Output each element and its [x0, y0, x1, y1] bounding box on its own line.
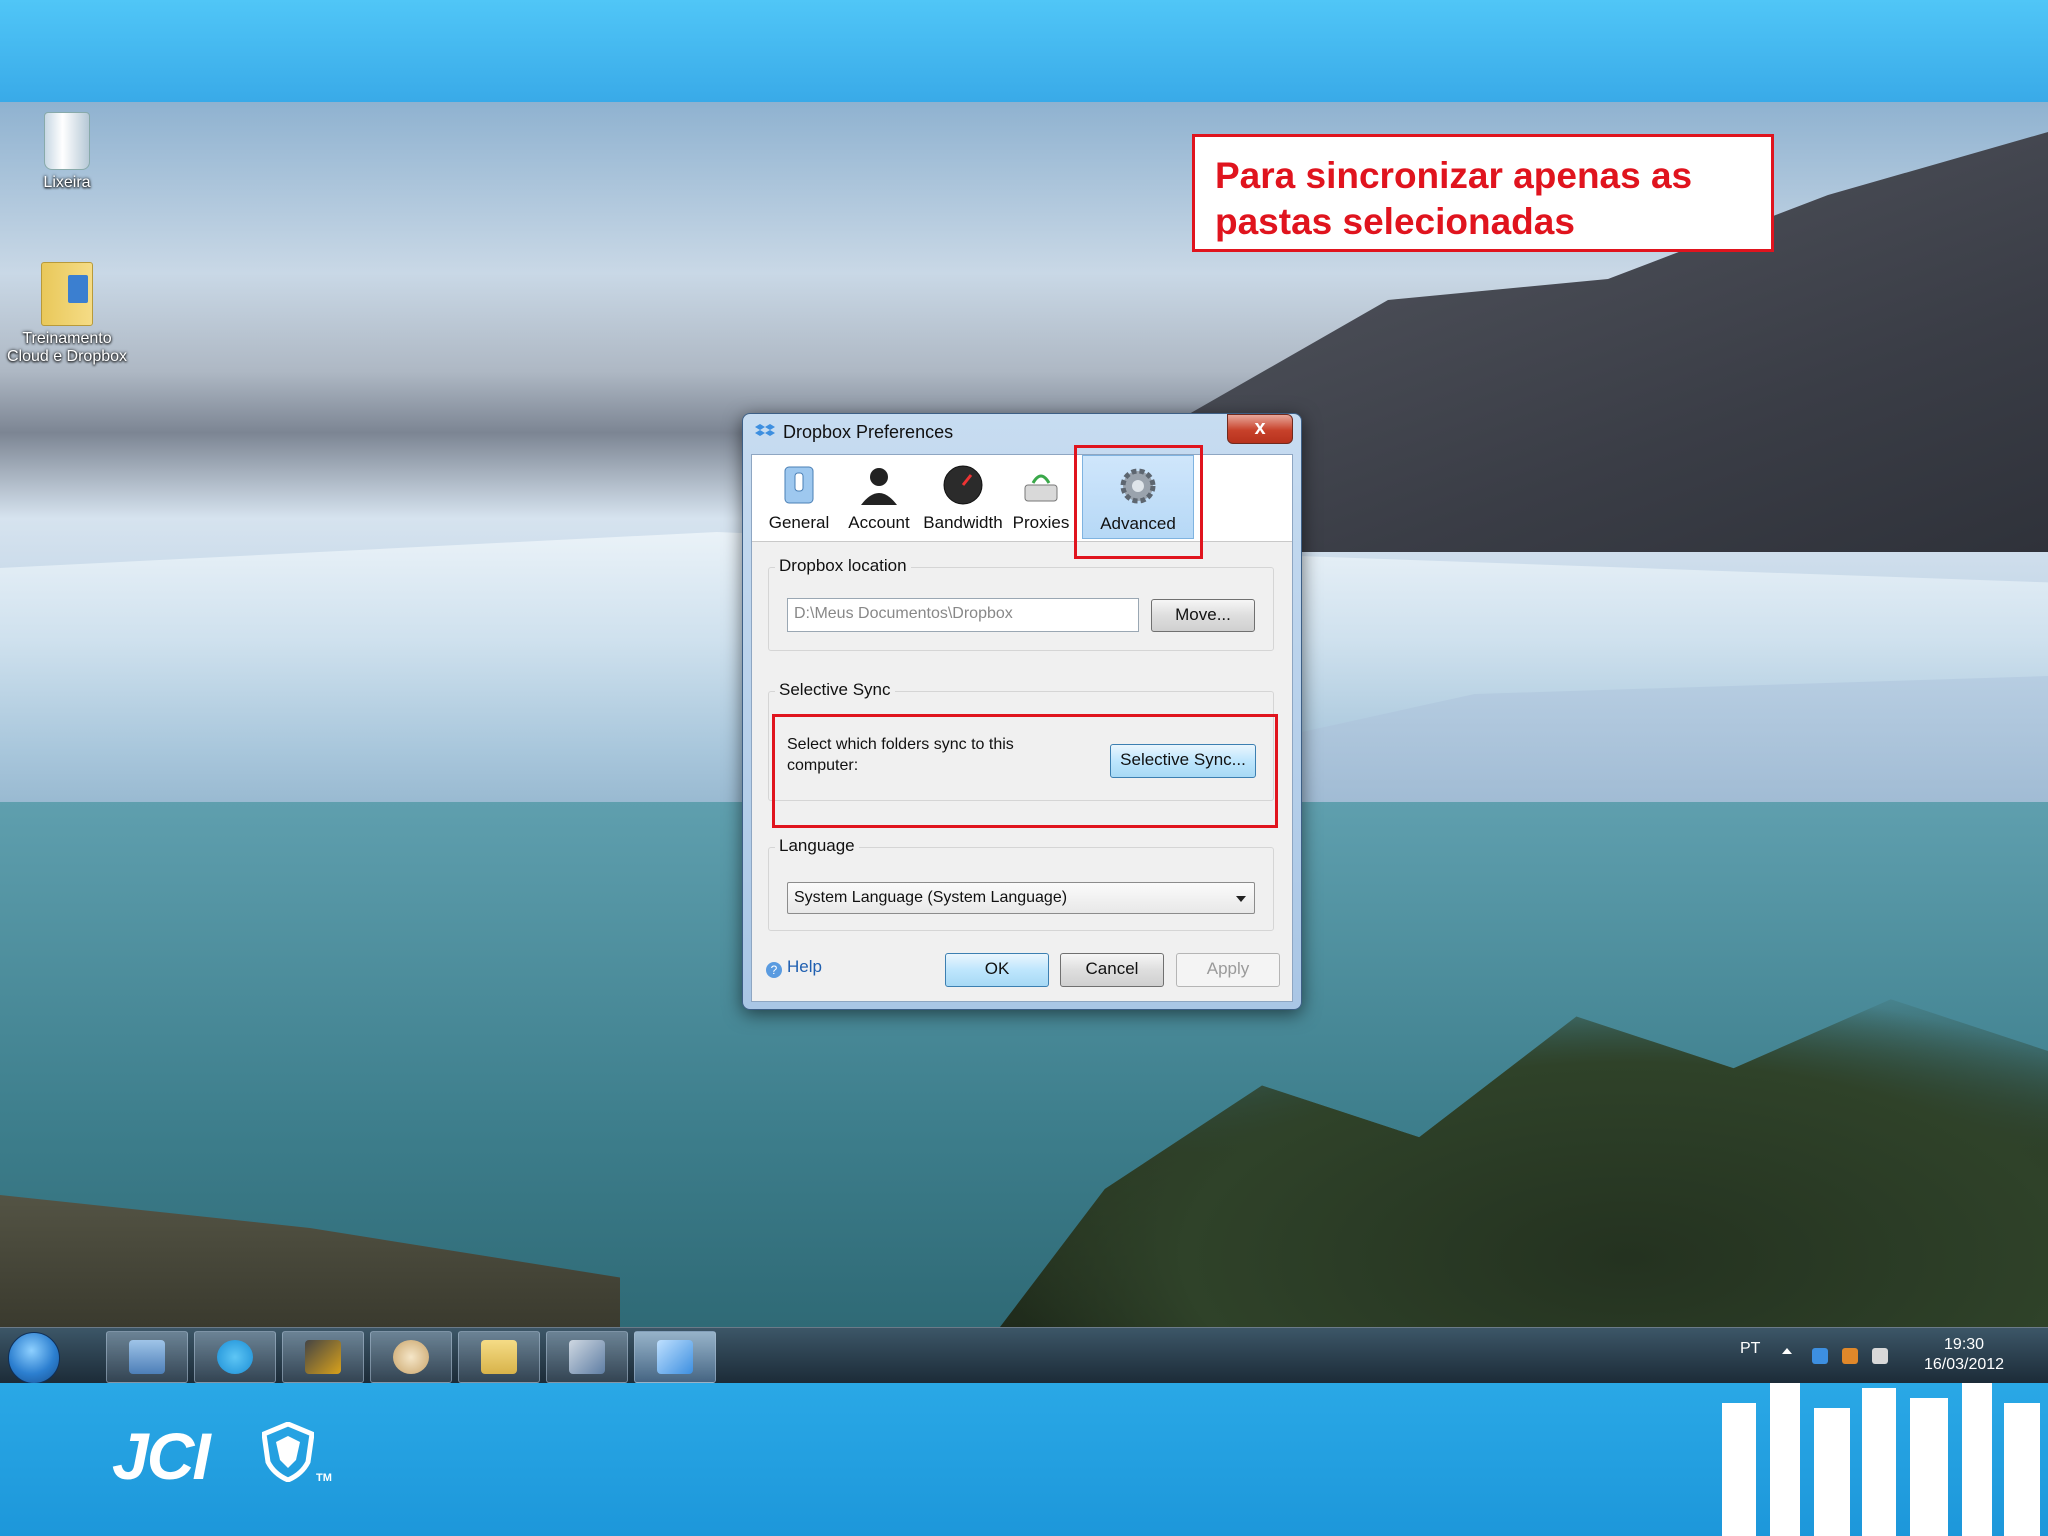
help-icon: ? — [766, 962, 782, 978]
jci-logo-text: JCI — [112, 1419, 211, 1493]
dialog-title: Dropbox Preferences — [783, 422, 954, 442]
tab-label: Bandwidth — [923, 513, 1003, 532]
dropbox-logo-icon — [755, 424, 775, 436]
taskbar-app-paint[interactable] — [370, 1331, 452, 1383]
taskbar-app-virtualbox[interactable] — [546, 1331, 628, 1383]
selective-sync-label: Selective Sync — [775, 680, 895, 700]
taskbar-app-users[interactable] — [106, 1331, 188, 1383]
help-link[interactable]: ? Help — [766, 957, 822, 978]
jci-shield-icon — [262, 1422, 314, 1482]
language-select[interactable]: System Language (System Language) — [787, 882, 1255, 914]
taskbar-app-winamp[interactable] — [282, 1331, 364, 1383]
people-silhouette-graphic — [1722, 1383, 2040, 1536]
trademark: TM — [316, 1472, 332, 1484]
apply-button[interactable]: Apply — [1176, 953, 1280, 987]
paint-icon — [393, 1340, 429, 1374]
folder-icon — [41, 262, 93, 326]
dropbox-location-label: Dropbox location — [775, 556, 911, 576]
desktop-icon-label: Treinamento Cloud e Dropbox — [6, 330, 128, 365]
desktop-icon-label: Lixeira — [43, 174, 91, 191]
volume-icon[interactable] — [1872, 1348, 1888, 1364]
language-selected-value: System Language (System Language) — [794, 889, 1068, 906]
taskbar-app-skype[interactable] — [194, 1331, 276, 1383]
preferences-tabbar: General Account Bandwidth Proxies Advanc… — [752, 445, 1292, 559]
recycle-bin-icon — [44, 112, 90, 170]
skype-icon — [217, 1340, 253, 1374]
tab-general[interactable]: General — [758, 455, 840, 539]
dialog-body: General Account Bandwidth Proxies Advanc… — [751, 445, 1293, 1002]
users-icon — [129, 1340, 165, 1374]
system-tray: PT 19:30 16/03/2012 — [1732, 1328, 2048, 1384]
tab-proxies[interactable]: Proxies — [1008, 455, 1074, 539]
clock[interactable]: 19:30 16/03/2012 — [1924, 1335, 2004, 1375]
selective-sync-highlight — [772, 714, 1278, 828]
slide-top-band — [0, 0, 2048, 102]
tab-account[interactable]: Account — [840, 455, 918, 539]
clock-time: 19:30 — [1944, 1336, 1985, 1353]
language-group: Language System Language (System Languag… — [768, 836, 1274, 931]
language-indicator[interactable]: PT — [1740, 1340, 1760, 1358]
instruction-callout: Para sincronizar apenas as pastas seleci… — [1192, 134, 1774, 252]
start-button[interactable] — [8, 1332, 60, 1384]
help-label: Help — [787, 957, 822, 976]
language-label: Language — [775, 836, 859, 856]
account-person-icon — [861, 468, 897, 505]
winamp-icon — [305, 1340, 341, 1374]
desktop: Lixeira Treinamento Cloud e Dropbox Drop… — [0, 102, 2048, 1327]
general-switch-icon — [784, 466, 814, 504]
clock-date: 16/03/2012 — [1924, 1356, 2005, 1373]
tab-label: Account — [848, 513, 910, 532]
tab-label: General — [768, 513, 830, 532]
taskbar: PT 19:30 16/03/2012 — [0, 1327, 2048, 1384]
advanced-tab-highlight — [1074, 445, 1203, 559]
dropbox-location-group: Dropbox location D:\Meus Documentos\Drop… — [768, 556, 1274, 651]
bandwidth-gauge-icon — [943, 465, 983, 505]
tab-bandwidth[interactable]: Bandwidth — [918, 455, 1008, 539]
desktop-icon-recycle-bin[interactable]: Lixeira — [2, 112, 132, 192]
dropbox-location-field[interactable]: D:\Meus Documentos\Dropbox — [787, 598, 1139, 632]
chevron-down-icon — [1236, 896, 1246, 902]
dropbox-icon — [657, 1340, 693, 1374]
taskbar-app-dropbox[interactable] — [634, 1331, 716, 1383]
tab-label: Proxies — [1012, 513, 1070, 532]
taskbar-app-explorer[interactable] — [458, 1331, 540, 1383]
callout-line: pastas selecionadas — [1215, 201, 1575, 242]
show-hidden-icons-icon[interactable] — [1782, 1348, 1792, 1354]
explorer-icon — [481, 1340, 517, 1374]
virtualbox-icon — [569, 1340, 605, 1374]
move-button[interactable]: Move... — [1151, 599, 1255, 632]
proxies-network-icon — [1024, 474, 1058, 502]
ok-button[interactable]: OK — [945, 953, 1049, 987]
network-tray-icon[interactable] — [1842, 1348, 1858, 1364]
close-button[interactable]: x — [1227, 414, 1293, 444]
dropbox-tray-icon[interactable] — [1812, 1348, 1828, 1364]
cancel-button[interactable]: Cancel — [1060, 953, 1164, 987]
dropbox-preferences-dialog: Dropbox Preferences x General Account Ba… — [742, 413, 1302, 1010]
callout-line: Para sincronizar apenas as — [1215, 155, 1693, 196]
desktop-icon-folder[interactable]: Treinamento Cloud e Dropbox — [2, 262, 132, 366]
